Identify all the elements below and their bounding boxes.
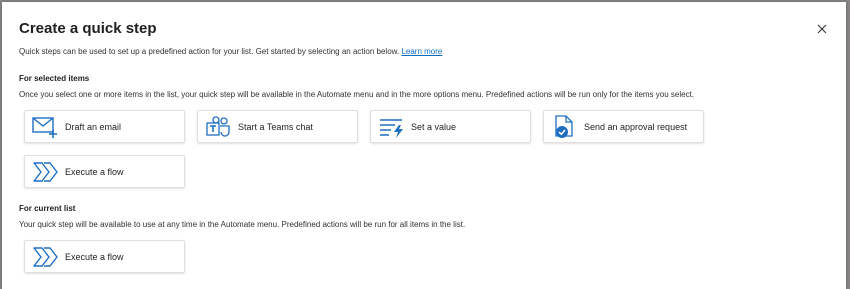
approval-icon xyxy=(555,114,573,138)
action-set-value[interactable]: Set a value xyxy=(370,110,531,143)
action-send-approval-request[interactable]: Send an approval request xyxy=(543,110,704,143)
section-desc-selected-items: Once you select one or more items in the… xyxy=(19,90,695,99)
action-execute-flow-list[interactable]: Execute a flow xyxy=(24,240,185,273)
section-title-current-list: For current list xyxy=(19,204,76,213)
section-title-selected-items: For selected items xyxy=(19,74,90,83)
flow-icon xyxy=(33,161,58,182)
set-value-icon xyxy=(380,118,403,138)
create-quick-step-dialog: Create a quick step Quick steps can be u… xyxy=(2,2,846,289)
section-desc-current-list: Your quick step will be available to use… xyxy=(19,220,466,229)
action-label: Execute a flow xyxy=(65,251,124,262)
close-button[interactable] xyxy=(814,21,830,37)
intro-description: Quick steps can be used to set up a pred… xyxy=(19,47,400,56)
close-icon xyxy=(817,24,827,34)
action-label: Draft an email xyxy=(65,121,122,132)
action-draft-email[interactable]: Draft an email xyxy=(24,110,185,143)
flow-icon xyxy=(33,246,58,267)
action-label: Execute a flow xyxy=(65,166,124,177)
action-execute-flow-selected[interactable]: Execute a flow xyxy=(24,155,185,188)
action-label: Set a value xyxy=(411,121,457,132)
dialog-title: Create a quick step xyxy=(19,20,157,37)
intro-text: Quick steps can be used to set up a pred… xyxy=(19,47,442,56)
action-label: Send an approval request xyxy=(584,121,688,132)
email-add-icon xyxy=(32,116,57,138)
action-label: Start a Teams chat xyxy=(238,121,313,132)
action-start-teams-chat[interactable]: Start a Teams chat xyxy=(197,110,358,143)
learn-more-link[interactable]: Learn more xyxy=(401,47,442,56)
teams-icon xyxy=(206,115,230,137)
